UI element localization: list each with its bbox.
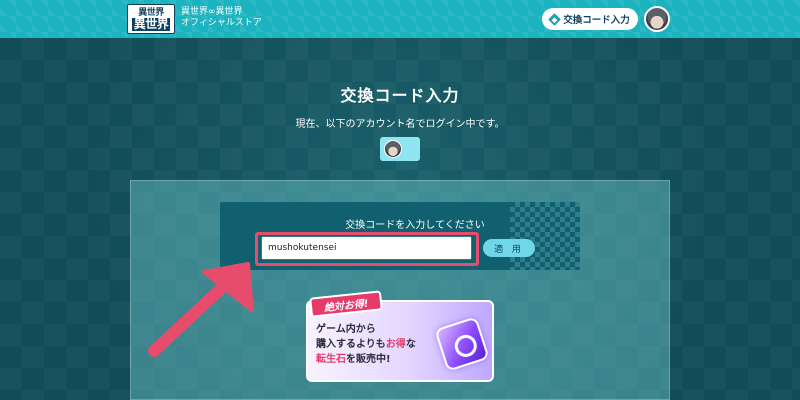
store-name-line2: オフィシャルストア <box>181 18 262 28</box>
store-name: 異世界∞異世界 オフィシャルストア <box>181 7 262 29</box>
store-name-line1: 異世界∞異世界 <box>181 7 243 17</box>
promo-line3-highlight: 転生石 <box>316 354 346 365</box>
code-entry-label: 交換コードを入力してください <box>345 220 485 231</box>
card-decoration <box>510 202 580 270</box>
promo-line3: 転生石を販売中! <box>316 352 446 367</box>
promo-line2-highlight: お得 <box>385 339 406 350</box>
diamond-icon <box>548 12 562 26</box>
promo-line3-b: を販売中! <box>346 354 391 365</box>
promo-line2-a: 購入するよりも <box>316 339 386 350</box>
user-avatar[interactable] <box>644 6 670 32</box>
promo-text: ゲーム内から 購入するよりもお得な 転生石を販売中! <box>316 322 446 367</box>
site-logo[interactable]: 異世界 異世界 <box>127 4 175 34</box>
exchange-code-button-label: 交換コード入力 <box>563 15 630 26</box>
page-title: 交換コード入力 <box>340 86 460 105</box>
promo-line2: 購入するよりもお得な <box>316 337 446 352</box>
promo-line2-c: な <box>405 339 416 350</box>
site-header: 異世界 異世界 異世界∞異世界 オフィシャルストア 交換コード入力 <box>0 0 800 38</box>
login-status-text: 現在、以下のアカウント名でログイン中です。 <box>295 119 505 130</box>
apply-button[interactable]: 適 用 <box>483 239 535 257</box>
account-avatar <box>384 140 402 158</box>
logo-text-top: 異世界 <box>138 7 164 18</box>
logo-text-bottom: 異世界 <box>131 16 171 31</box>
promo-line1: ゲーム内から <box>316 324 376 335</box>
account-badge <box>380 137 420 161</box>
exchange-code-input[interactable] <box>261 236 472 260</box>
pointer-arrow-icon <box>148 262 254 357</box>
exchange-code-button[interactable]: 交換コード入力 <box>542 8 638 30</box>
